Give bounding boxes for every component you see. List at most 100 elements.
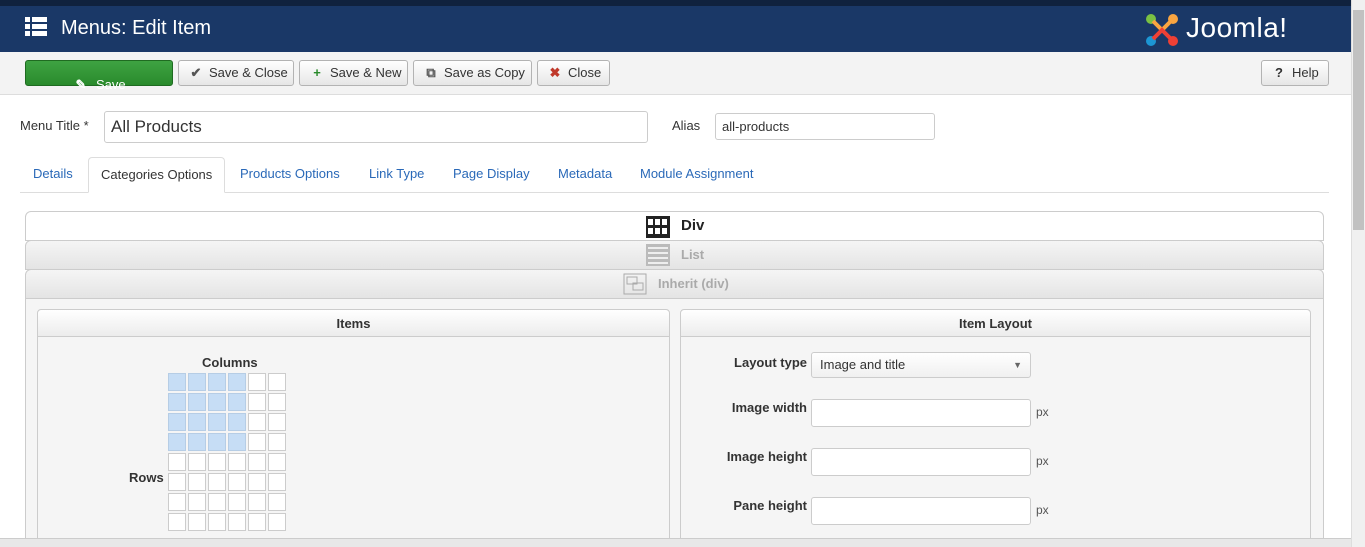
save-close-button[interactable]: ✔ Save & Close — [178, 60, 294, 86]
grid-cell[interactable] — [208, 513, 226, 531]
grid-cell[interactable] — [268, 393, 286, 411]
grid-cell[interactable] — [188, 513, 206, 531]
grid-cell[interactable] — [248, 373, 266, 391]
app-header: Menus: Edit Item Joomla! — [0, 0, 1351, 52]
image-height-input[interactable] — [811, 448, 1031, 476]
grid-cell[interactable] — [168, 453, 186, 471]
help-label: Help — [1292, 65, 1319, 80]
grid-cell[interactable] — [228, 373, 246, 391]
tab-module-assignment[interactable]: Module Assignment — [640, 166, 753, 181]
save-button[interactable]: ✎ Save — [25, 60, 173, 92]
grid-cell[interactable] — [228, 493, 246, 511]
joomla-logo: Joomla! — [1142, 10, 1327, 50]
grid-cell[interactable] — [268, 433, 286, 451]
alias-input[interactable] — [715, 113, 935, 140]
alias-label: Alias — [672, 118, 701, 133]
grid-cell[interactable] — [168, 413, 186, 431]
grid-cell[interactable] — [188, 453, 206, 471]
copy-icon: ⧉ — [426, 65, 436, 80]
grid-cell[interactable] — [268, 453, 286, 471]
rows-label: Rows — [129, 470, 164, 485]
grid-cell[interactable] — [188, 493, 206, 511]
grid-cell[interactable] — [188, 473, 206, 491]
grid-cell[interactable] — [168, 493, 186, 511]
page-scrollbar[interactable] — [1351, 0, 1365, 547]
div-layout-icon — [646, 216, 670, 238]
grid-cell[interactable] — [208, 433, 226, 451]
grid-cell[interactable] — [268, 473, 286, 491]
grid-cell[interactable] — [208, 393, 226, 411]
grid-cell[interactable] — [248, 453, 266, 471]
check-icon: ✔ — [190, 65, 202, 80]
grid-cell[interactable] — [228, 453, 246, 471]
grid-cell[interactable] — [188, 373, 206, 391]
tab-categories-options[interactable]: Categories Options — [88, 157, 226, 193]
inherit-option-label: Inherit (div) — [658, 276, 729, 291]
help-button[interactable]: ? Help — [1261, 60, 1329, 86]
grid-cell[interactable] — [228, 393, 246, 411]
grid-cell[interactable] — [268, 513, 286, 531]
grid-cell[interactable] — [208, 413, 226, 431]
menu-title-input[interactable] — [104, 111, 648, 143]
layout-type-select[interactable]: Image and title ▼ — [811, 352, 1031, 378]
tab-metadata[interactable]: Metadata — [558, 166, 612, 181]
image-height-label: Image height — [726, 449, 807, 464]
save-label: Save — [96, 77, 126, 92]
edit-icon: ✎ — [75, 77, 87, 92]
page-title: Menus: Edit Item — [61, 17, 212, 39]
grid-cell[interactable] — [168, 513, 186, 531]
save-copy-label: Save as Copy — [444, 65, 525, 80]
grid-cell[interactable] — [188, 393, 206, 411]
grid-cell[interactable] — [208, 373, 226, 391]
save-copy-button[interactable]: ⧉ Save as Copy — [413, 60, 532, 86]
scrollbar-thumb[interactable] — [1353, 10, 1364, 230]
grid-cell[interactable] — [248, 473, 266, 491]
grid-cell[interactable] — [268, 373, 286, 391]
grid-cell[interactable] — [248, 513, 266, 531]
save-new-label: Save & New — [330, 65, 402, 80]
grid-cell[interactable] — [228, 433, 246, 451]
grid-cell[interactable] — [208, 473, 226, 491]
pane-height-input[interactable] — [811, 497, 1031, 525]
layout-div-option[interactable]: Div — [25, 211, 1324, 241]
tab-page-display[interactable]: Page Display — [453, 166, 530, 181]
layout-inherit-option[interactable]: Inherit (div) — [25, 269, 1324, 299]
grid-cell[interactable] — [228, 513, 246, 531]
grid-cell[interactable] — [228, 413, 246, 431]
tab-details[interactable]: Details — [33, 166, 73, 181]
grid-cell[interactable] — [168, 433, 186, 451]
grid-cell[interactable] — [188, 413, 206, 431]
chevron-down-icon: ▼ — [1013, 360, 1022, 370]
grid-cell[interactable] — [168, 373, 186, 391]
grid-cell[interactable] — [208, 493, 226, 511]
grid-cell[interactable] — [268, 413, 286, 431]
tab-link-type[interactable]: Link Type — [369, 166, 424, 181]
grid-cell[interactable] — [168, 393, 186, 411]
tab-products-options[interactable]: Products Options — [240, 166, 340, 181]
list-layout-icon — [646, 244, 670, 266]
inherit-layout-icon — [623, 273, 647, 295]
layout-list-option[interactable]: List — [25, 240, 1324, 270]
grid-cell[interactable] — [248, 433, 266, 451]
tab-bar: Details Categories Options Products Opti… — [20, 157, 1329, 193]
list-option-label: List — [681, 247, 705, 262]
grid-cell[interactable] — [248, 493, 266, 511]
grid-cell[interactable] — [228, 473, 246, 491]
item-layout-box-title: Item Layout — [681, 310, 1310, 337]
grid-cell[interactable] — [168, 473, 186, 491]
item-layout-box: Item Layout Layout type Image and title … — [680, 309, 1311, 547]
close-button[interactable]: ✖ Close — [537, 60, 610, 86]
close-label: Close — [568, 65, 602, 80]
grid-cell[interactable] — [208, 453, 226, 471]
grid-cell[interactable] — [268, 493, 286, 511]
image-width-input[interactable] — [811, 399, 1031, 427]
status-bar — [0, 538, 1351, 547]
items-box: Items Columns Rows — [37, 309, 670, 547]
grid-cell[interactable] — [248, 413, 266, 431]
grid-cell[interactable] — [248, 393, 266, 411]
image-width-label: Image width — [731, 400, 807, 415]
save-close-label: Save & Close — [209, 65, 288, 80]
grid-cell[interactable] — [188, 433, 206, 451]
save-new-button[interactable]: + Save & New — [299, 60, 408, 86]
menu-grid-icon[interactable] — [25, 17, 47, 37]
